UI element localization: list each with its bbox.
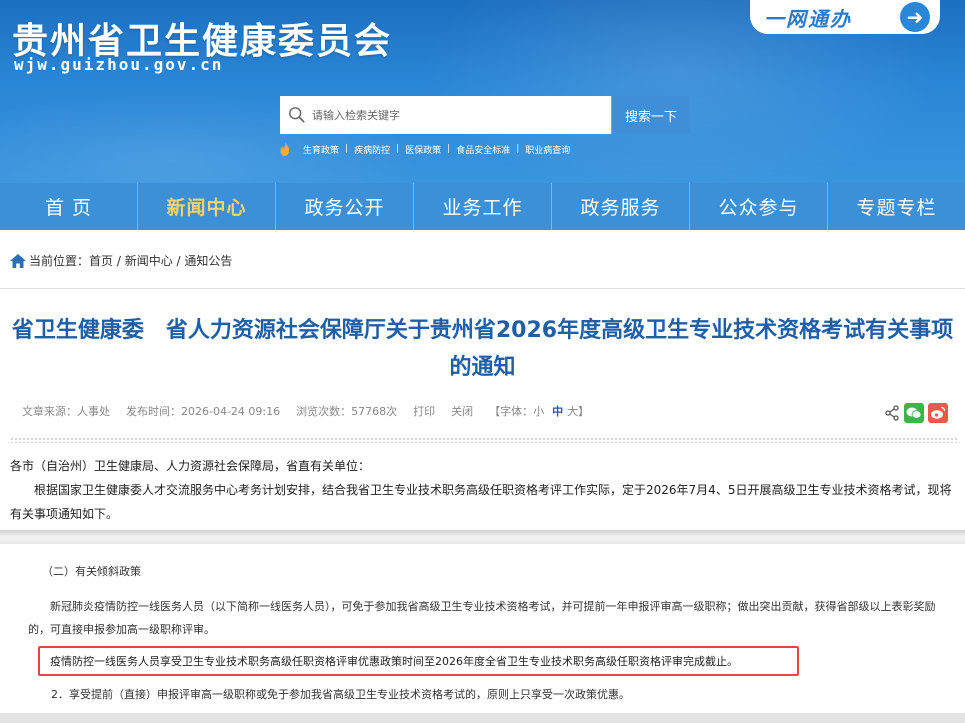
close-link[interactable]: 关闭 (451, 403, 473, 419)
nav-item-news[interactable]: 新闻中心 (138, 183, 276, 230)
site-domain: wjw.guizhou.gov.cn (14, 55, 224, 74)
breadcrumb: 当前位置： 首页 / 新闻中心 / 通知公告 (10, 252, 232, 269)
nav-item-gov-affairs[interactable]: 政务公开 (276, 183, 414, 230)
nav-item-home[interactable]: 首 页 (0, 183, 138, 230)
site-header: 贵州省卫生健康委员会 wjw.guizhou.gov.cn 一网通办 ➜ 搜索一… (0, 0, 965, 183)
hot-link[interactable]: 疾病防控 (348, 143, 396, 156)
yiwang-tongban-button[interactable]: 一网通办 ➜ (750, 0, 940, 34)
yiwang-label: 一网通办 (764, 6, 852, 31)
highlight-text: 疫情防控一线医务人员享受卫生专业技术职务高级任职资格评审优惠政策时间至2026年… (50, 655, 738, 668)
hot-link[interactable]: 食品安全标准 (450, 143, 516, 156)
dotted-divider (10, 437, 958, 443)
search-input[interactable] (312, 108, 592, 122)
search-button[interactable]: 搜索一下 (611, 96, 690, 134)
font-size-controls: 【字体：小中大】 (489, 403, 589, 419)
font-medium-link[interactable]: 中 (552, 405, 563, 418)
policy-paragraph: 新冠肺炎疫情防控一线医务人员（以下简称一线医务人员），可免于参加我省高级卫生专业… (28, 600, 936, 636)
bottom-edge (0, 713, 965, 723)
hot-link[interactable]: 职业病查询 (519, 143, 576, 156)
fire-icon (280, 142, 289, 156)
hot-links: 生育政策 | 疾病防控 | 医保政策 | 食品安全标准 | 职业病查询 (279, 142, 576, 156)
article-views: 浏览次数：57768次 (296, 405, 398, 418)
font-size-prefix: 【字体： (489, 405, 534, 418)
font-large-link[interactable]: 大 (567, 405, 578, 418)
page: 贵州省卫生健康委员会 wjw.guizhou.gov.cn 一网通办 ➜ 搜索一… (0, 0, 965, 723)
search-field[interactable] (280, 96, 611, 134)
nav-item-participation[interactable]: 公众参与 (690, 183, 828, 230)
salutation: 各市（自治州）卫生健康局、人力资源社会保障局，省直有关单位： (10, 459, 371, 473)
share-bar (884, 403, 948, 423)
weibo-icon[interactable] (928, 403, 948, 423)
main-nav: 首 页 新闻中心 政务公开 业务工作 政务服务 公众参与 专题专栏 (0, 183, 965, 230)
breadcrumb-news-link[interactable]: 新闻中心 (125, 252, 173, 269)
breadcrumb-separator: / (172, 253, 185, 268)
breadcrumb-home-link[interactable]: 首页 (89, 252, 113, 269)
search-bar: 搜索一下 (280, 96, 690, 134)
breadcrumb-label: 当前位置： (29, 254, 90, 268)
divider (0, 288, 965, 289)
screenshot-divider (0, 530, 965, 544)
hot-link[interactable]: 医保政策 (399, 143, 447, 156)
breadcrumb-separator: / (113, 253, 125, 268)
arrow-right-icon: ➜ (900, 2, 930, 32)
font-size-suffix: 】 (578, 405, 590, 418)
share-icon[interactable] (884, 405, 900, 421)
search-icon (289, 107, 305, 123)
section-heading: （二）有关倾斜政策 (42, 565, 141, 578)
breadcrumb-section-link[interactable]: 通知公告 (184, 252, 232, 269)
font-small-link[interactable]: 小 (533, 405, 544, 418)
article-published: 发布时间：2026-04-24 09:16 (126, 405, 281, 418)
print-link[interactable]: 打印 (413, 403, 435, 419)
home-icon (10, 253, 26, 268)
article-meta: 文章来源：人事处 发布时间：2026-04-24 09:16 浏览次数：5776… (22, 403, 589, 419)
nav-item-topics[interactable]: 专题专栏 (828, 183, 965, 230)
hot-link[interactable]: 生育政策 (297, 143, 345, 156)
highlighted-policy: 疫情防控一线医务人员享受卫生专业技术职务高级任职资格评审优惠政策时间至2026年… (38, 646, 799, 676)
wechat-icon[interactable] (904, 403, 924, 423)
article-title: 省卫生健康委 省人力资源社会保障厅关于贵州省2026年度高级卫生专业技术资格考试… (11, 318, 954, 380)
article-source: 文章来源：人事处 (22, 405, 110, 418)
intro-paragraph: 根据国家卫生健康委人才交流服务中心考务计划安排，结合我省卫生专业技术职务高级任职… (10, 483, 952, 521)
nav-item-services[interactable]: 政务服务 (552, 183, 690, 230)
nav-item-business[interactable]: 业务工作 (414, 183, 552, 230)
policy-item-2: 2．享受提前（直接）申报评审高一级职称或免于参加我省高级卫生专业技术资格考试的，… (51, 688, 630, 701)
